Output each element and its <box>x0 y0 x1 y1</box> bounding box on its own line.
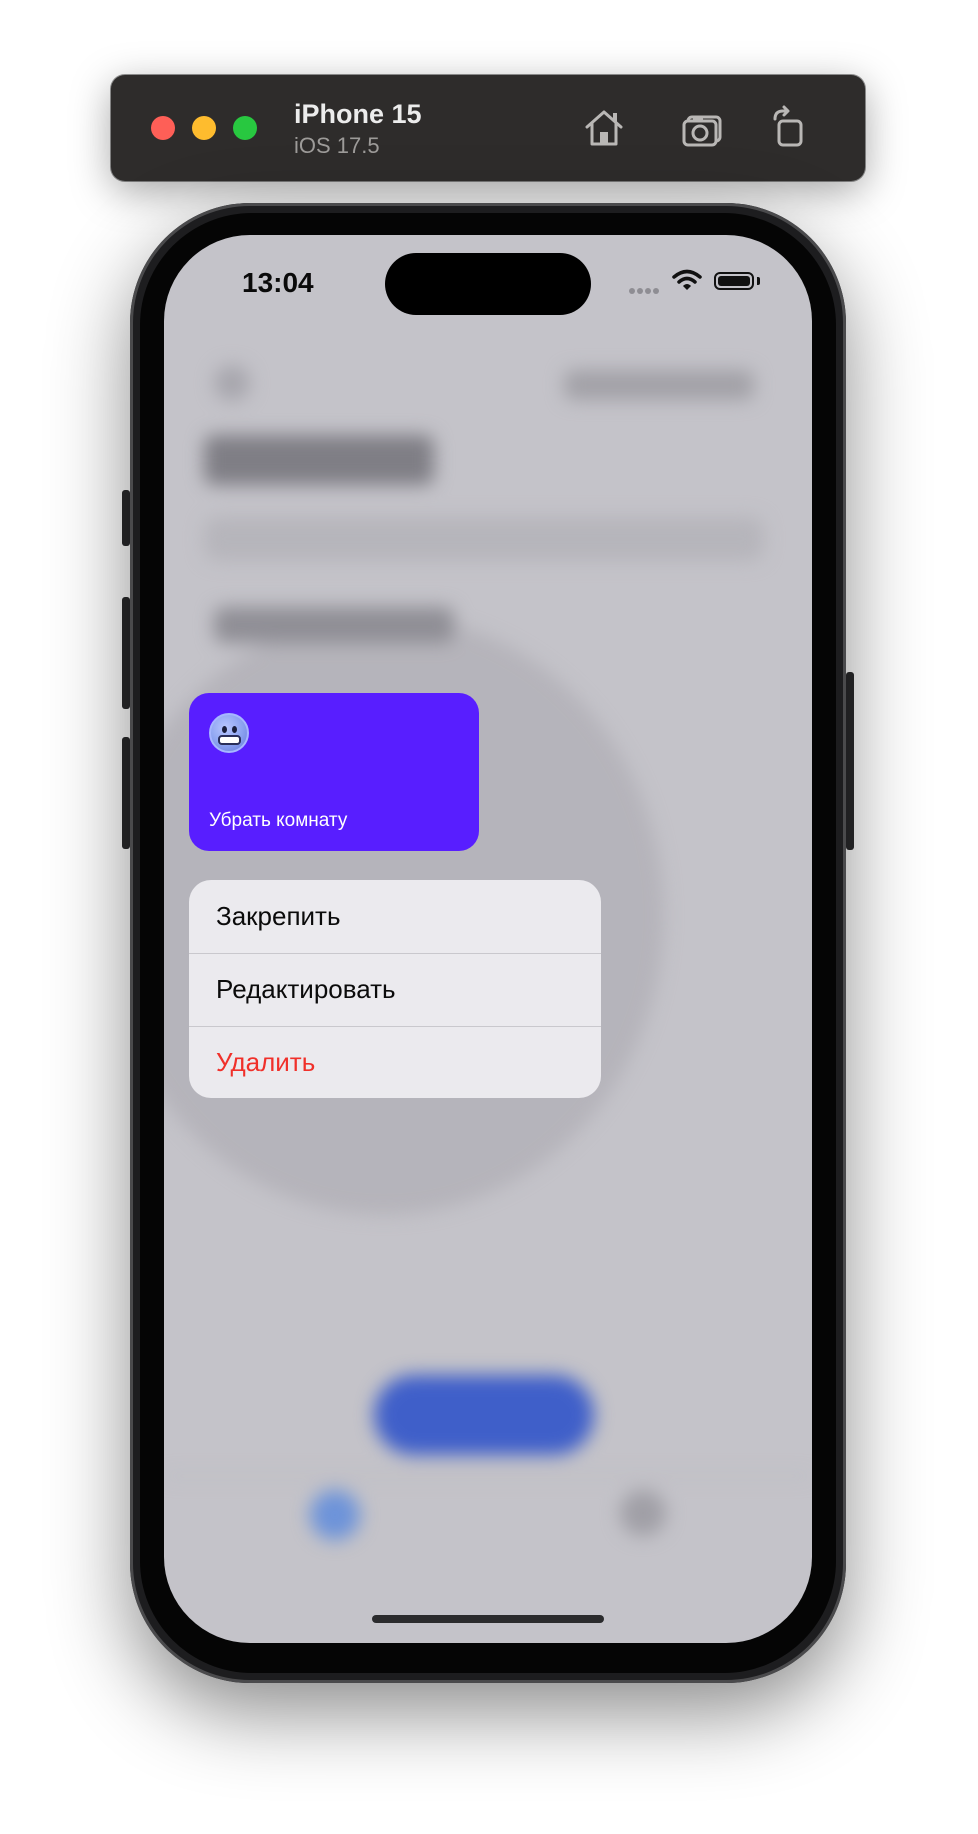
home-indicator[interactable] <box>372 1615 604 1623</box>
minimize-window-button[interactable] <box>192 116 216 140</box>
battery-icon <box>714 272 754 290</box>
dynamic-island <box>385 253 591 315</box>
close-window-button[interactable] <box>151 116 175 140</box>
simulator-toolbar: iPhone 15 iOS 17.5 <box>111 75 865 181</box>
cold-face-emoji-icon <box>209 713 249 753</box>
device-name: iPhone 15 <box>294 99 422 129</box>
home-icon[interactable] <box>579 103 629 153</box>
camera-icon[interactable] <box>678 103 728 153</box>
status-time: 13:04 <box>242 267 314 298</box>
delete-menu-item[interactable]: Удалить <box>189 1026 601 1098</box>
volume-up-button <box>122 597 130 709</box>
zoom-window-button[interactable] <box>233 116 257 140</box>
blurred-nav-action <box>564 370 754 400</box>
blurred-tab-icon-right <box>620 1490 666 1536</box>
blurred-back-button <box>214 365 250 401</box>
edit-menu-item[interactable]: Редактировать <box>189 953 601 1025</box>
wifi-icon <box>672 269 702 291</box>
cellular-signal-icon <box>629 281 661 299</box>
action-button <box>122 490 130 546</box>
blurred-tab-icon-left <box>310 1490 360 1540</box>
battery-tip <box>757 277 760 285</box>
blurred-page-title <box>204 435 434 485</box>
task-card[interactable]: Убрать комнату <box>189 693 479 851</box>
blurred-search-field <box>204 517 764 561</box>
blurred-primary-button <box>374 1375 594 1455</box>
power-button <box>846 672 854 850</box>
blurred-section-header <box>214 607 454 643</box>
phone-screen: 13:04 Убрать комнату Закрепить Редактиро… <box>164 235 812 1643</box>
os-version: iOS 17.5 <box>294 133 380 158</box>
task-card-title: Убрать комнату <box>209 810 348 831</box>
blurred-tab-bar-divider <box>164 1475 812 1477</box>
rotate-icon[interactable] <box>765 103 815 153</box>
context-menu: Закрепить Редактировать Удалить <box>189 880 601 1098</box>
volume-down-button <box>122 737 130 849</box>
pin-menu-item[interactable]: Закрепить <box>189 880 601 952</box>
